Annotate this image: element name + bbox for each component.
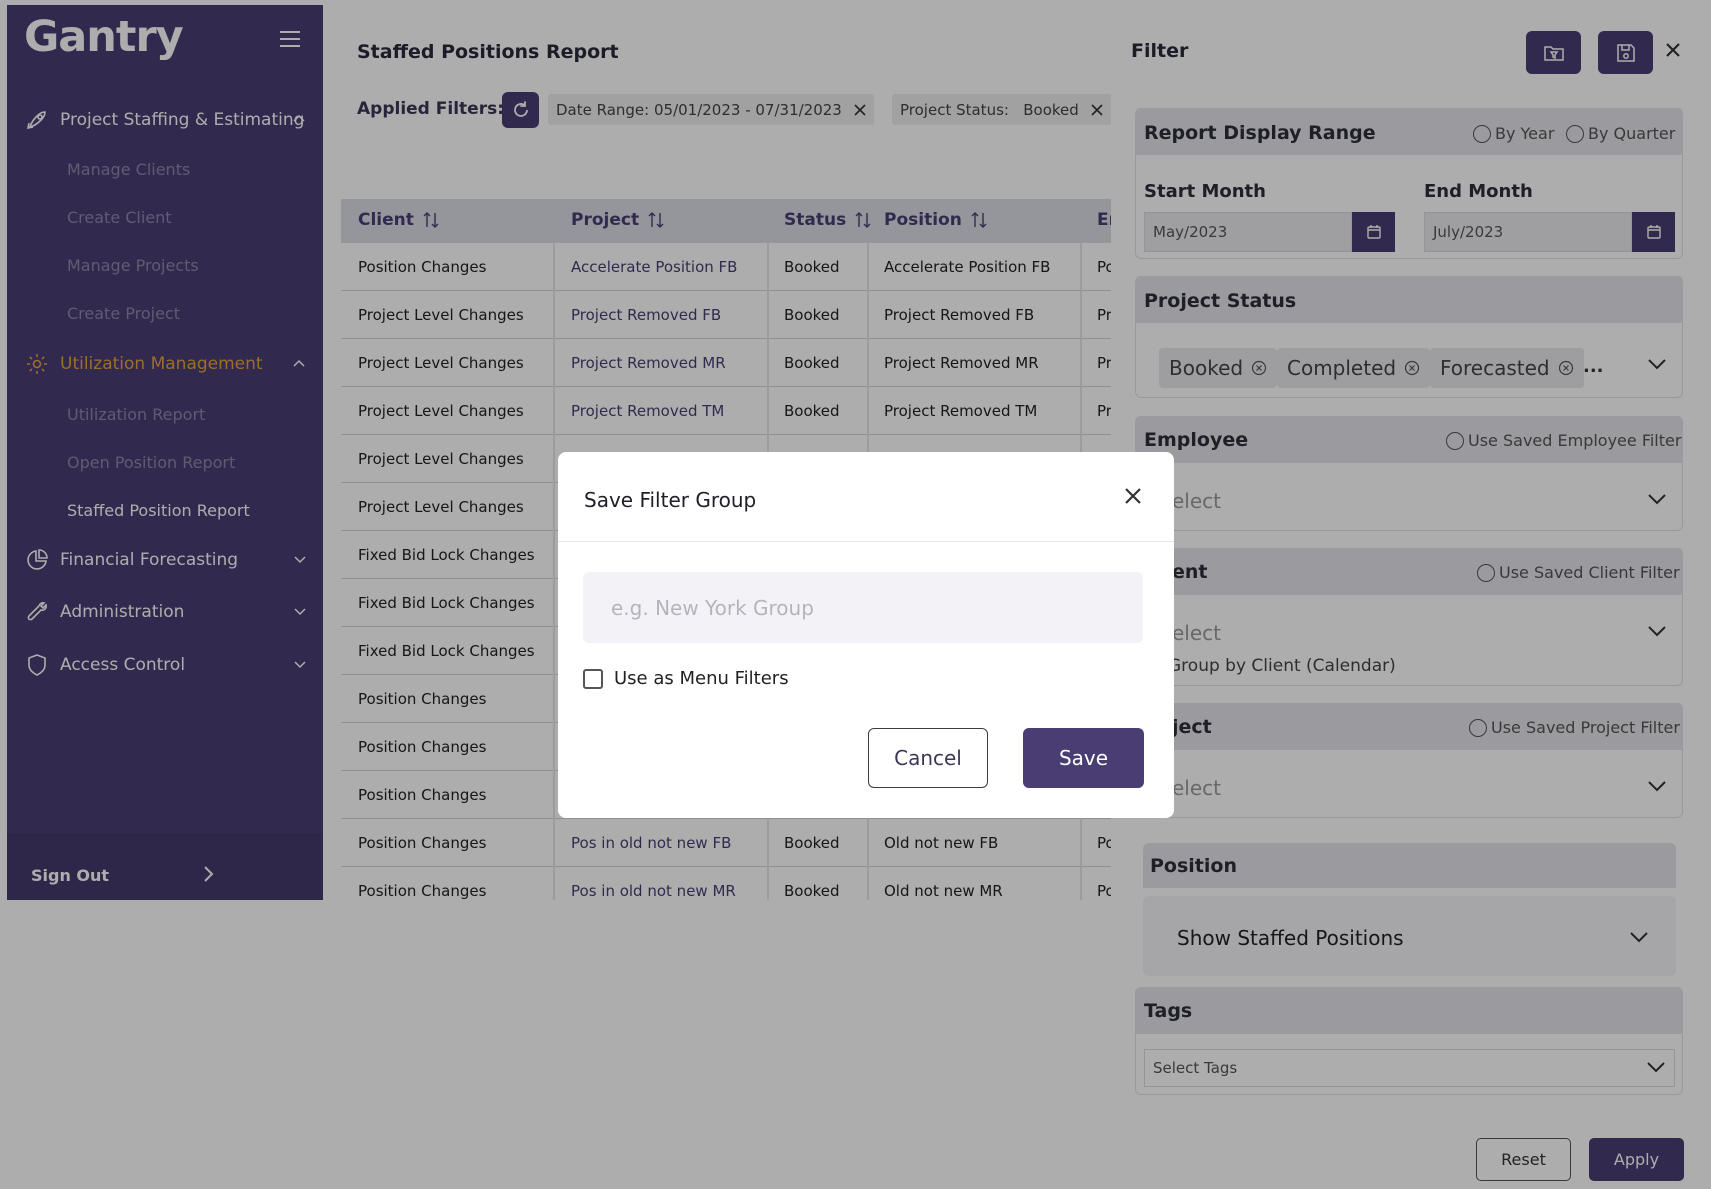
save-button[interactable]: Save: [1023, 728, 1144, 788]
modal-divider: [558, 541, 1174, 542]
modal-title: Save Filter Group: [584, 488, 757, 512]
cancel-button[interactable]: Cancel: [868, 728, 988, 788]
use-as-menu-filters-label: Use as Menu Filters: [614, 668, 789, 689]
use-as-menu-filters-checkbox[interactable]: [583, 669, 603, 689]
filter-group-name-input[interactable]: [583, 572, 1143, 643]
close-icon[interactable]: [1124, 487, 1142, 505]
